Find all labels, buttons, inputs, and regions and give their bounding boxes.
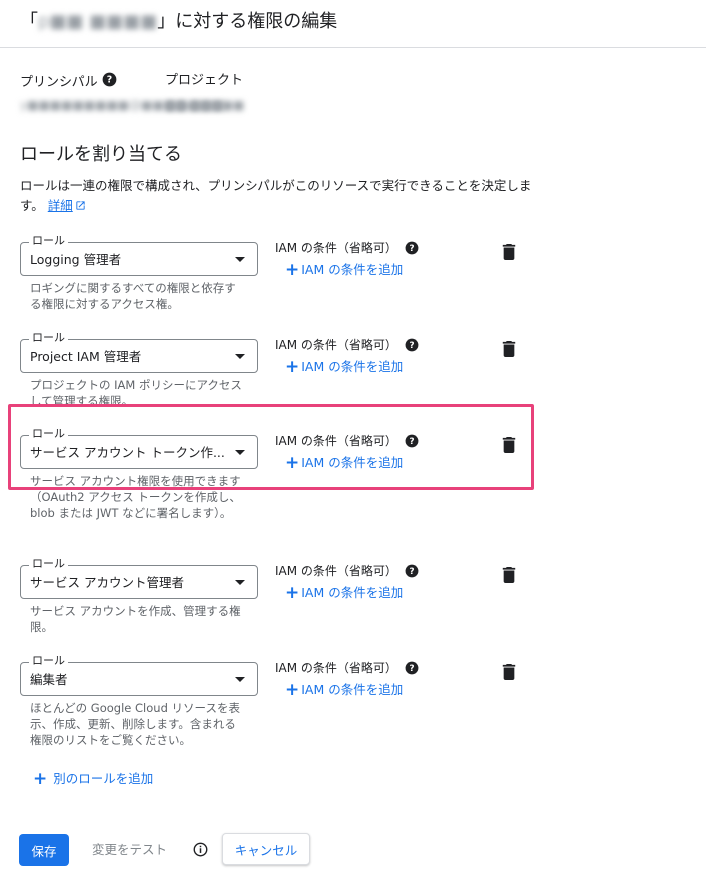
role-select[interactable]: ロール Logging 管理者	[20, 234, 258, 276]
cancel-button[interactable]: キャンセル	[222, 833, 310, 865]
help-circle-icon[interactable]: ?	[102, 72, 117, 93]
save-button[interactable]: 保存	[19, 834, 69, 866]
plus-icon: +	[285, 260, 300, 280]
add-iam-condition-button[interactable]: + IAM の条件を追加	[285, 584, 403, 602]
iam-condition-label: IAM の条件（省略可）	[275, 661, 397, 675]
learn-more-link[interactable]: 詳細	[48, 198, 86, 213]
redacted-project-name: p■■ ■■■■	[38, 11, 158, 32]
arrow-drop-down-icon	[235, 580, 245, 585]
open-in-new-icon	[76, 201, 85, 210]
dialog-header: 「p■■ ■■■■」に対する権限の編集	[0, 0, 706, 48]
plus-icon: +	[285, 583, 300, 603]
role-description: サービス アカウントを作成、管理する権限。	[30, 604, 241, 634]
plus-icon: +	[285, 680, 300, 700]
iam-condition-label: IAM の条件（省略可）	[275, 241, 397, 255]
add-another-role-button[interactable]: + 別のロールを追加	[33, 770, 153, 788]
role-row-1: ロール Logging 管理者 ロギングに関するすべての権限と依存する権限に対す…	[0, 234, 706, 334]
arrow-drop-down-icon	[235, 257, 245, 262]
trash-icon[interactable]	[502, 341, 520, 361]
role-description: ほとんどの Google Cloud リソースを表示、作成、更新、削除します。含…	[30, 701, 240, 747]
page-title: 「p■■ ■■■■」に対する権限の編集	[20, 11, 338, 32]
plus-icon: +	[33, 769, 48, 789]
svg-text:?: ?	[409, 244, 414, 254]
trash-icon[interactable]	[502, 567, 520, 587]
assign-roles-description: ロールは一連の権限で構成され、プリンシパルがこのリソースで実行できることを決定し…	[20, 178, 532, 213]
info-icon[interactable]	[193, 842, 208, 861]
add-iam-condition-button[interactable]: + IAM の条件を追加	[285, 358, 403, 376]
role-row-5: ロール 編集者 ほとんどの Google Cloud リソースを表示、作成、更新…	[0, 654, 706, 754]
trash-icon[interactable]	[502, 664, 520, 684]
principal-label: プリンシパル ?	[20, 72, 117, 93]
assign-roles-title: ロールを割り当てる	[20, 144, 182, 165]
help-circle-icon[interactable]: ?	[405, 240, 419, 259]
test-changes-button[interactable]: 変更をテスト	[92, 842, 167, 858]
iam-condition-label: IAM の条件（省略可）	[275, 564, 397, 578]
project-label: プロジェクト	[165, 73, 244, 88]
help-circle-icon[interactable]: ?	[405, 660, 419, 679]
highlight-annotation-box	[8, 404, 534, 490]
project-value: ■■■■■■■	[165, 98, 245, 112]
role-select[interactable]: ロール Project IAM 管理者	[20, 331, 258, 373]
help-circle-icon[interactable]: ?	[405, 563, 419, 582]
svg-text:?: ?	[107, 75, 112, 86]
role-select[interactable]: ロール 編集者	[20, 654, 258, 696]
iam-condition-label: IAM の条件（省略可）	[275, 338, 397, 352]
plus-icon: +	[285, 357, 300, 377]
add-iam-condition-button[interactable]: + IAM の条件を追加	[285, 261, 403, 279]
role-select[interactable]: ロール サービス アカウント管理者	[20, 557, 258, 599]
svg-text:?: ?	[409, 567, 414, 577]
role-row-4: ロール サービス アカウント管理者 サービス アカウントを作成、管理する権限。 …	[0, 557, 706, 657]
svg-text:?: ?	[409, 664, 414, 674]
arrow-drop-down-icon	[235, 354, 245, 359]
add-iam-condition-button[interactable]: + IAM の条件を追加	[285, 681, 403, 699]
arrow-drop-down-icon	[235, 677, 245, 682]
trash-icon[interactable]	[502, 244, 520, 264]
role-description: ロギングに関するすべての権限と依存する権限に対するアクセス権。	[30, 281, 236, 311]
svg-text:?: ?	[409, 341, 414, 351]
help-circle-icon[interactable]: ?	[405, 337, 419, 356]
